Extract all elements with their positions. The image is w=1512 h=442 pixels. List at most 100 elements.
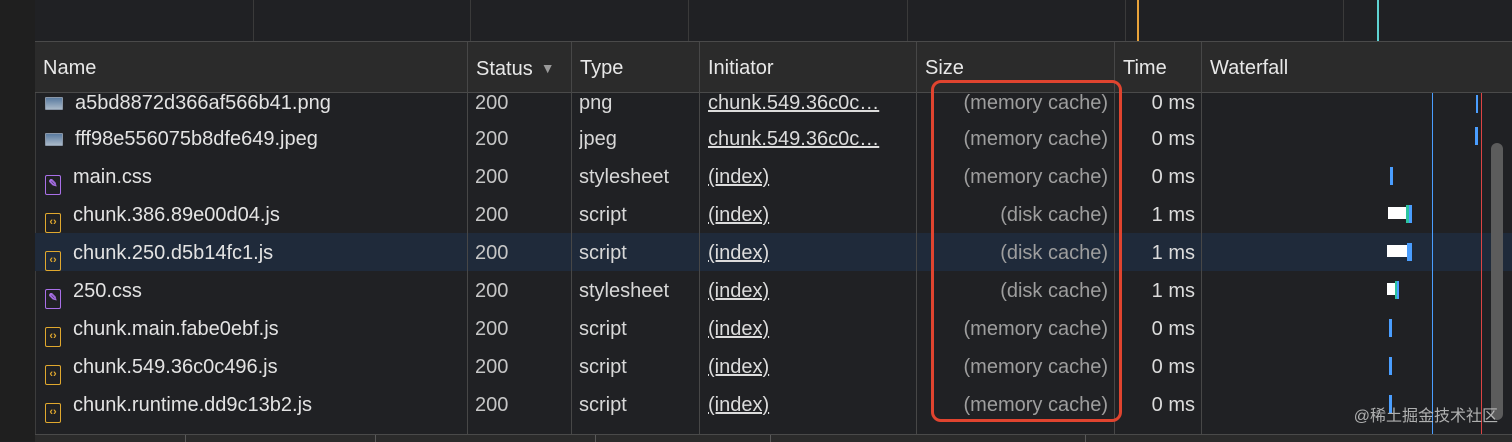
column-divider[interactable] [467, 42, 468, 434]
waterfall-bar [1390, 167, 1393, 185]
request-waterfall [1205, 157, 1505, 195]
column-header-time[interactable]: Time [1115, 42, 1201, 92]
request-type: script [579, 242, 627, 264]
request-name: chunk.386.89e00d04.js [73, 204, 280, 226]
request-status: 200 [475, 166, 509, 188]
request-initiator-link[interactable]: (index) [708, 347, 908, 385]
request-name-cell[interactable]: ‹› chunk.main.fabe0ebf.js [45, 309, 465, 347]
request-time: 0 ms [1151, 128, 1195, 150]
waterfall-bar [1389, 357, 1392, 375]
column-divider[interactable] [571, 42, 572, 434]
request-type: jpeg [579, 128, 617, 150]
column-header-name-label: Name [43, 57, 97, 79]
column-header-status-label: Status [476, 58, 533, 80]
waterfall-bar [1387, 245, 1407, 257]
request-name: chunk.main.fabe0ebf.js [73, 318, 279, 340]
table-row[interactable]: ‹› chunk.runtime.dd9c13b2.js 200 script (ind… [35, 385, 1512, 423]
network-request-list: a5bd8872d366af566b41.png 200 png chunk.549.… [35, 93, 1512, 434]
overview-divider [688, 0, 689, 41]
request-name: a5bd8872d366af566b41.png [75, 93, 331, 114]
request-initiator-link[interactable]: (index) [708, 233, 908, 271]
request-waterfall [1205, 309, 1505, 347]
request-name: chunk.549.36c0c496.js [73, 356, 278, 378]
request-type: stylesheet [579, 280, 670, 302]
request-time: 0 ms [1151, 356, 1195, 378]
request-name-cell[interactable]: ‹› chunk.250.d5b14fc1.js [45, 233, 465, 271]
overview-divider [253, 0, 254, 41]
script-icon: ‹› [45, 327, 61, 347]
watermark: @稀土掘金技术社区 [1353, 408, 1498, 425]
table-row[interactable]: ‹› chunk.386.89e00d04.js 200 script (index)(… [35, 195, 1512, 233]
request-status: 200 [475, 128, 509, 150]
table-row[interactable]: a5bd8872d366af566b41.png 200 png chunk.549.… [35, 93, 1512, 121]
request-status: 200 [475, 356, 509, 378]
request-initiator-link[interactable]: (index) [708, 385, 908, 423]
waterfall-bar [1389, 319, 1392, 337]
table-row[interactable]: fff98e556075b8dfe649.jpeg 200 jpeg chunk.54… [35, 119, 1512, 157]
waterfall-bar [1387, 283, 1395, 295]
request-name: fff98e556075b8dfe649.jpeg [75, 128, 318, 150]
request-initiator-link[interactable]: (index) [708, 195, 908, 233]
column-header-type[interactable]: Type [572, 42, 699, 92]
request-time: 0 ms [1151, 166, 1195, 188]
overview-divider [470, 0, 471, 41]
request-name-cell[interactable]: a5bd8872d366af566b41.png [45, 93, 465, 121]
column-header-initiator[interactable]: Initiator [700, 42, 916, 92]
request-waterfall [1205, 195, 1505, 233]
request-time: 1 ms [1151, 204, 1195, 226]
column-divider[interactable] [916, 42, 917, 434]
size-column-highlight [931, 80, 1122, 422]
script-icon: ‹› [45, 403, 61, 423]
request-name: 250.css [73, 280, 142, 302]
request-waterfall [1205, 271, 1505, 309]
request-name-cell[interactable]: ‹› chunk.runtime.dd9c13b2.js [45, 385, 465, 423]
network-table-header: Name Status ▼ Type Initiator Size Time Wa… [35, 42, 1512, 93]
request-initiator-link[interactable]: chunk.549.36c0c… [708, 119, 908, 157]
request-initiator-link[interactable]: (index) [708, 157, 908, 195]
overview-divider [1125, 0, 1126, 41]
network-overview-timeline[interactable] [35, 0, 1512, 42]
dom-content-loaded-marker [1137, 0, 1139, 41]
request-time: 0 ms [1151, 93, 1195, 114]
request-status: 200 [475, 204, 509, 226]
column-header-initiator-label: Initiator [708, 57, 774, 79]
table-row[interactable]: ✎ 250.css 200 stylesheet (index) (disk cache)… [35, 271, 1512, 309]
column-header-waterfall[interactable]: Waterfall [1202, 42, 1512, 92]
request-status: 200 [475, 318, 509, 340]
request-time: 0 ms [1151, 394, 1195, 416]
request-time: 1 ms [1151, 280, 1195, 302]
request-waterfall [1205, 347, 1505, 385]
request-type: png [579, 93, 613, 114]
sort-descending-icon: ▼ [540, 60, 555, 76]
table-row[interactable]: ‹› chunk.250.d5b14fc1.js 200 script (index)(… [35, 233, 1512, 271]
request-waterfall [1205, 119, 1505, 157]
column-divider[interactable] [699, 42, 700, 434]
script-icon: ‹› [45, 365, 61, 385]
request-initiator-link[interactable]: chunk.549.36c0c… [708, 93, 908, 121]
request-name-cell[interactable]: ✎ 250.css [45, 271, 465, 309]
request-name-cell[interactable]: ‹› chunk.386.89e00d04.js [45, 195, 465, 233]
waterfall-bar [1409, 205, 1412, 223]
request-type: script [579, 204, 627, 226]
request-name: chunk.runtime.dd9c13b2.js [73, 394, 313, 416]
table-row[interactable]: ‹› chunk.main.fabe0ebf.js 200 script (index)… [35, 309, 1512, 347]
waterfall-bar [1475, 127, 1478, 145]
request-waterfall [1205, 233, 1505, 271]
request-name-cell[interactable]: ‹› chunk.549.36c0c496.js [45, 347, 465, 385]
table-row[interactable]: ‹› chunk.549.36c0c496.js 200 script (index)(… [35, 347, 1512, 385]
request-initiator-link[interactable]: (index) [708, 309, 908, 347]
request-status: 200 [475, 242, 509, 264]
column-header-name[interactable]: Name [35, 42, 467, 92]
table-row[interactable]: ✎ main.css 200 stylesheet (index) (memory cac… [35, 157, 1512, 195]
request-name-cell[interactable]: ✎ main.css [45, 157, 465, 195]
column-header-size-label: Size [925, 57, 964, 79]
column-header-type-label: Type [580, 57, 624, 79]
request-name: main.css [73, 166, 152, 188]
waterfall-dom-content-loaded-line [1432, 93, 1433, 434]
column-header-status[interactable]: Status ▼ [468, 42, 571, 92]
vertical-scrollbar-thumb[interactable] [1491, 143, 1503, 420]
column-divider[interactable] [1201, 42, 1202, 434]
request-initiator-link[interactable]: (index) [708, 271, 908, 309]
waterfall-load-line [1481, 93, 1482, 434]
request-name-cell[interactable]: fff98e556075b8dfe649.jpeg [45, 119, 465, 157]
